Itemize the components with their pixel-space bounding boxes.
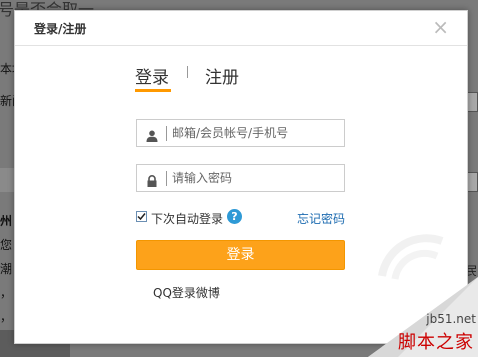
- field-divider: [166, 171, 167, 186]
- watermark-url: jb51.net: [426, 312, 476, 326]
- background-text: 本地: [0, 62, 14, 76]
- check-icon: [137, 213, 146, 221]
- account-input[interactable]: [172, 123, 340, 143]
- weibo-login-link[interactable]: 微博: [196, 286, 220, 300]
- dialog-header: 登录/注册 ×: [15, 11, 467, 46]
- background-text: 潮: [0, 262, 13, 276]
- password-field[interactable]: [136, 164, 345, 192]
- decorative-arc-icon: [378, 234, 444, 280]
- user-icon: [146, 127, 158, 142]
- tab-login[interactable]: 登录: [135, 63, 169, 88]
- qq-login-link[interactable]: QQ登录: [153, 286, 196, 300]
- tab-separator: [187, 66, 188, 78]
- tab-register[interactable]: 注册: [205, 63, 239, 88]
- password-input[interactable]: [172, 168, 340, 188]
- background-text: ，: [0, 310, 13, 324]
- account-field[interactable]: [136, 119, 345, 147]
- dialog-title: 登录/注册: [34, 22, 87, 36]
- social-login-row: QQ登录微博: [153, 284, 220, 301]
- close-icon[interactable]: ×: [432, 16, 449, 38]
- auto-login-checkbox[interactable]: [136, 211, 147, 222]
- field-divider: [166, 126, 167, 141]
- lock-icon: [146, 172, 158, 187]
- auto-login-label[interactable]: 下次自动登录: [151, 210, 223, 227]
- background-strip: [0, 168, 14, 192]
- background-text: 州: [0, 214, 13, 228]
- watermark-text: 脚本之家: [398, 332, 474, 353]
- tab-active-indicator: [135, 89, 171, 92]
- auto-login-row: 下次自动登录 ? 忘记密码: [136, 209, 345, 227]
- background-text: 您: [0, 238, 13, 252]
- login-button[interactable]: 登录: [136, 240, 345, 270]
- forgot-password-link[interactable]: 忘记密码: [297, 210, 345, 227]
- background-text: ，: [0, 286, 13, 300]
- help-icon[interactable]: ?: [227, 209, 242, 224]
- background-text: 新闻: [0, 94, 14, 108]
